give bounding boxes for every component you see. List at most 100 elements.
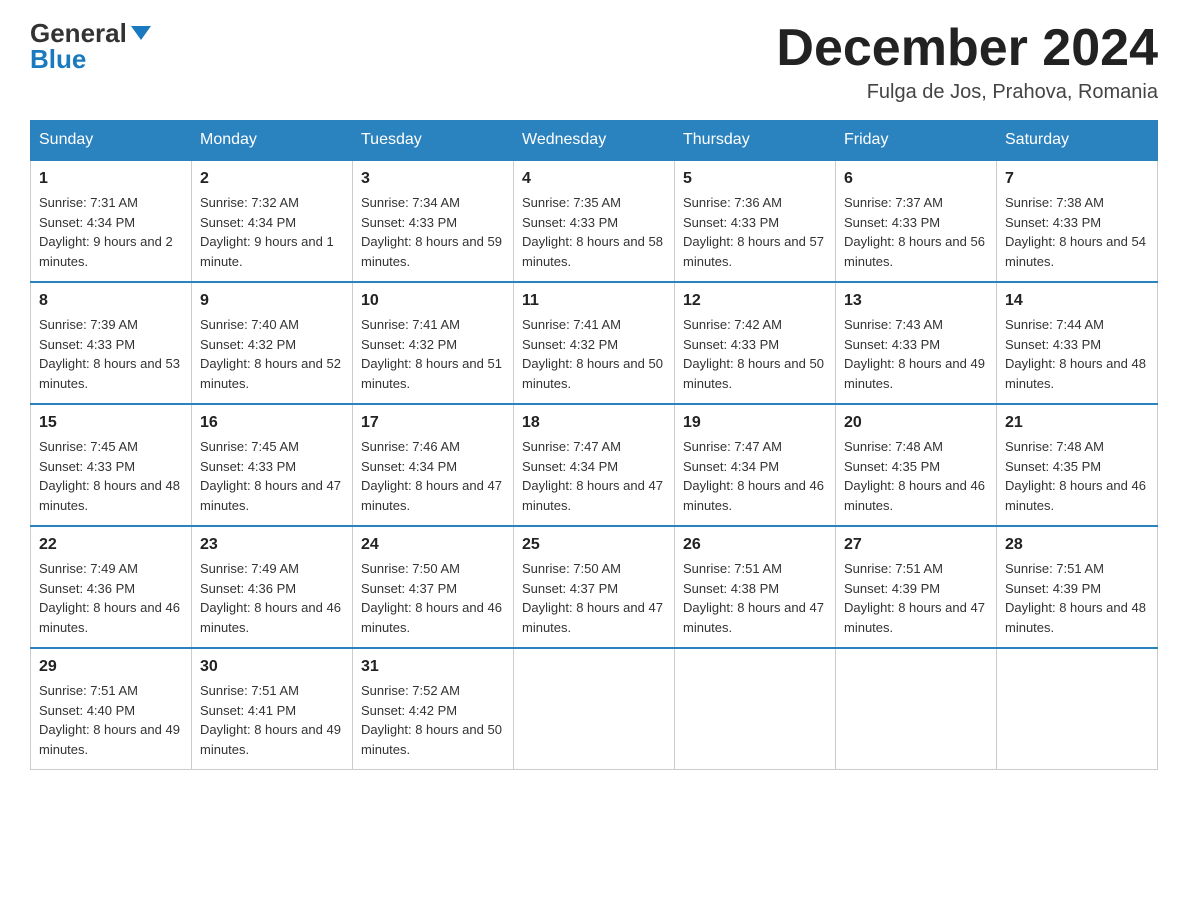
day-number: 11	[522, 289, 666, 313]
sunrise-text: Sunrise: 7:48 AM	[1005, 439, 1104, 454]
calendar-cell: 22Sunrise: 7:49 AMSunset: 4:36 PMDayligh…	[31, 526, 192, 648]
calendar-cell: 13Sunrise: 7:43 AMSunset: 4:33 PMDayligh…	[836, 282, 997, 404]
day-number: 23	[200, 533, 344, 557]
calendar-table: SundayMondayTuesdayWednesdayThursdayFrid…	[30, 120, 1158, 770]
day-number: 9	[200, 289, 344, 313]
calendar-cell: 11 Sunrise: 7:41 AM Sunset: 4:32 PM Dayligh…	[514, 282, 675, 404]
day-number: 22	[39, 533, 183, 557]
sunset-text: Sunset: 4:33 PM	[844, 215, 940, 230]
daylight-text: Daylight: 8 hours and 50 minutes.	[522, 356, 663, 391]
calendar-cell: 18Sunrise: 7:47 AMSunset: 4:34 PMDayligh…	[514, 404, 675, 526]
daylight-text: Daylight: 8 hours and 58 minutes.	[522, 234, 663, 269]
calendar-cell: 31Sunrise: 7:52 AMSunset: 4:42 PMDayligh…	[353, 648, 514, 770]
day-number: 1	[39, 167, 183, 191]
daylight-text: Daylight: 8 hours and 47 minutes.	[844, 600, 985, 635]
col-header-saturday: Saturday	[997, 121, 1158, 161]
sunrise-text: Sunrise: 7:35 AM	[522, 195, 621, 210]
sunrise-text: Sunrise: 7:44 AM	[1005, 317, 1104, 332]
calendar-cell: 28Sunrise: 7:51 AMSunset: 4:39 PMDayligh…	[997, 526, 1158, 648]
day-number: 18	[522, 411, 666, 435]
sunrise-text: Sunrise: 7:38 AM	[1005, 195, 1104, 210]
day-number: 13	[844, 289, 988, 313]
calendar-cell: 26Sunrise: 7:51 AMSunset: 4:38 PMDayligh…	[675, 526, 836, 648]
sunrise-text: Sunrise: 7:51 AM	[39, 683, 138, 698]
daylight-text: Daylight: 8 hours and 47 minutes.	[200, 478, 341, 513]
daylight-text: Daylight: 8 hours and 46 minutes.	[200, 600, 341, 635]
day-number: 5	[683, 167, 827, 191]
location-text: Fulga de Jos, Prahova, Romania	[776, 81, 1158, 104]
col-header-thursday: Thursday	[675, 121, 836, 161]
day-number: 30	[200, 655, 344, 679]
sunrise-text: Sunrise: 7:48 AM	[844, 439, 943, 454]
calendar-cell: 20Sunrise: 7:48 AMSunset: 4:35 PMDayligh…	[836, 404, 997, 526]
sunset-text: Sunset: 4:36 PM	[200, 581, 296, 596]
sunset-text: Sunset: 4:33 PM	[522, 215, 618, 230]
month-title: December 2024	[776, 20, 1158, 77]
day-number: 2	[200, 167, 344, 191]
sunset-text: Sunset: 4:39 PM	[1005, 581, 1101, 596]
sunset-text: Sunset: 4:32 PM	[361, 337, 457, 352]
daylight-text: Daylight: 8 hours and 46 minutes.	[683, 478, 824, 513]
logo: General Blue	[30, 20, 151, 72]
daylight-text: Daylight: 8 hours and 47 minutes.	[522, 600, 663, 635]
calendar-cell: 4Sunrise: 7:35 AMSunset: 4:33 PMDaylight…	[514, 160, 675, 282]
sunset-text: Sunset: 4:37 PM	[361, 581, 457, 596]
calendar-cell: 23Sunrise: 7:49 AMSunset: 4:36 PMDayligh…	[192, 526, 353, 648]
sunset-text: Sunset: 4:34 PM	[200, 215, 296, 230]
col-header-friday: Friday	[836, 121, 997, 161]
calendar-week-row: 1Sunrise: 7:31 AMSunset: 4:34 PMDaylight…	[31, 160, 1158, 282]
calendar-cell: 25Sunrise: 7:50 AMSunset: 4:37 PMDayligh…	[514, 526, 675, 648]
sunrise-text: Sunrise: 7:43 AM	[844, 317, 943, 332]
sunrise-text: Sunrise: 7:41 AM	[522, 317, 621, 332]
sunset-text: Sunset: 4:33 PM	[200, 459, 296, 474]
day-number: 24	[361, 533, 505, 557]
calendar-cell: 17Sunrise: 7:46 AMSunset: 4:34 PMDayligh…	[353, 404, 514, 526]
calendar-cell: 7Sunrise: 7:38 AMSunset: 4:33 PMDaylight…	[997, 160, 1158, 282]
sunset-text: Sunset: 4:34 PM	[39, 215, 135, 230]
sunrise-text: Sunrise: 7:51 AM	[844, 561, 943, 576]
calendar-cell: 3Sunrise: 7:34 AMSunset: 4:33 PMDaylight…	[353, 160, 514, 282]
sunset-text: Sunset: 4:33 PM	[361, 215, 457, 230]
day-number: 3	[361, 167, 505, 191]
calendar-cell	[514, 648, 675, 770]
daylight-text: Daylight: 8 hours and 50 minutes.	[361, 722, 502, 757]
day-number: 8	[39, 289, 183, 313]
sunset-text: Sunset: 4:34 PM	[683, 459, 779, 474]
daylight-text: Daylight: 8 hours and 46 minutes.	[1005, 478, 1146, 513]
calendar-cell: 14Sunrise: 7:44 AMSunset: 4:33 PMDayligh…	[997, 282, 1158, 404]
sunset-text: Sunset: 4:34 PM	[361, 459, 457, 474]
calendar-week-row: 29Sunrise: 7:51 AMSunset: 4:40 PMDayligh…	[31, 648, 1158, 770]
sunrise-text: Sunrise: 7:45 AM	[39, 439, 138, 454]
col-header-wednesday: Wednesday	[514, 121, 675, 161]
calendar-cell: 9Sunrise: 7:40 AMSunset: 4:32 PMDaylight…	[192, 282, 353, 404]
daylight-text: Daylight: 8 hours and 56 minutes.	[844, 234, 985, 269]
calendar-cell: 16Sunrise: 7:45 AMSunset: 4:33 PMDayligh…	[192, 404, 353, 526]
day-number: 21	[1005, 411, 1149, 435]
daylight-text: Daylight: 8 hours and 48 minutes.	[1005, 356, 1146, 391]
sunset-text: Sunset: 4:33 PM	[39, 337, 135, 352]
daylight-text: Daylight: 8 hours and 57 minutes.	[683, 234, 824, 269]
logo-blue-text: Blue	[30, 46, 86, 72]
sunrise-text: Sunrise: 7:50 AM	[361, 561, 460, 576]
daylight-text: Daylight: 8 hours and 46 minutes.	[361, 600, 502, 635]
sunset-text: Sunset: 4:32 PM	[522, 337, 618, 352]
daylight-text: Daylight: 8 hours and 48 minutes.	[39, 478, 180, 513]
col-header-monday: Monday	[192, 121, 353, 161]
calendar-week-row: 8Sunrise: 7:39 AMSunset: 4:33 PMDaylight…	[31, 282, 1158, 404]
calendar-cell: 2Sunrise: 7:32 AMSunset: 4:34 PMDaylight…	[192, 160, 353, 282]
calendar-cell: 21Sunrise: 7:48 AMSunset: 4:35 PMDayligh…	[997, 404, 1158, 526]
day-number: 31	[361, 655, 505, 679]
daylight-text: Daylight: 8 hours and 48 minutes.	[1005, 600, 1146, 635]
sunrise-text: Sunrise: 7:32 AM	[200, 195, 299, 210]
day-number: 20	[844, 411, 988, 435]
sunset-text: Sunset: 4:36 PM	[39, 581, 135, 596]
sunset-text: Sunset: 4:35 PM	[844, 459, 940, 474]
sunset-text: Sunset: 4:40 PM	[39, 703, 135, 718]
day-number: 7	[1005, 167, 1149, 191]
calendar-cell: 24 Sunrise: 7:50 AM Sunset: 4:37 PM Dayligh…	[353, 526, 514, 648]
daylight-text: Daylight: 9 hours and 2 minutes.	[39, 234, 173, 269]
daylight-text: Daylight: 8 hours and 49 minutes.	[200, 722, 341, 757]
sunrise-text: Sunrise: 7:49 AM	[39, 561, 138, 576]
header-row: SundayMondayTuesdayWednesdayThursdayFrid…	[31, 121, 1158, 161]
day-number: 26	[683, 533, 827, 557]
